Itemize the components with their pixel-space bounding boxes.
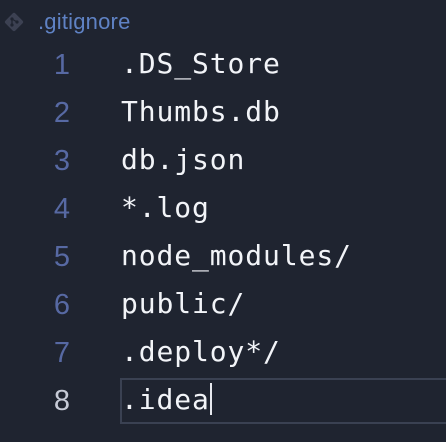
line-text[interactable]: Thumbs.db (121, 95, 281, 128)
file-name[interactable]: .gitignore (38, 9, 131, 35)
code-line[interactable]: 4 *.log (0, 187, 446, 235)
code-line-active[interactable]: 8 .idea (0, 379, 446, 427)
line-number: 7 (53, 337, 70, 369)
line-number: 6 (53, 289, 70, 321)
line-number: 1 (53, 49, 70, 81)
line-text-active[interactable]: .idea (121, 383, 212, 416)
line-text[interactable]: public/ (121, 287, 245, 320)
line-text[interactable]: .idea (121, 383, 210, 416)
code-editor[interactable]: .gitignore 1 .DS_Store 2 Thumbs.db 3 db.… (0, 0, 446, 442)
line-number: 4 (53, 193, 70, 225)
code-line[interactable]: 7 .deploy*/ (0, 331, 446, 379)
file-tab-header: .gitignore (0, 0, 446, 44)
code-lines[interactable]: 1 .DS_Store 2 Thumbs.db 3 db.json 4 *.lo… (0, 43, 446, 427)
code-line[interactable]: 3 db.json (0, 139, 446, 187)
line-number: 8 (53, 385, 70, 417)
code-line[interactable]: 5 node_modules/ (0, 235, 446, 283)
text-cursor (209, 383, 212, 415)
line-number: 3 (53, 145, 70, 177)
code-line[interactable]: 1 .DS_Store (0, 43, 446, 91)
git-diamond-icon (3, 11, 25, 33)
line-text[interactable]: .DS_Store (121, 47, 281, 80)
line-number: 2 (53, 97, 70, 129)
line-text[interactable]: .deploy*/ (121, 335, 281, 368)
line-text[interactable]: node_modules/ (121, 239, 352, 272)
line-number: 5 (53, 241, 70, 273)
code-line[interactable]: 2 Thumbs.db (0, 91, 446, 139)
code-line[interactable]: 6 public/ (0, 283, 446, 331)
line-text[interactable]: db.json (121, 143, 245, 176)
line-text[interactable]: *.log (121, 191, 210, 224)
